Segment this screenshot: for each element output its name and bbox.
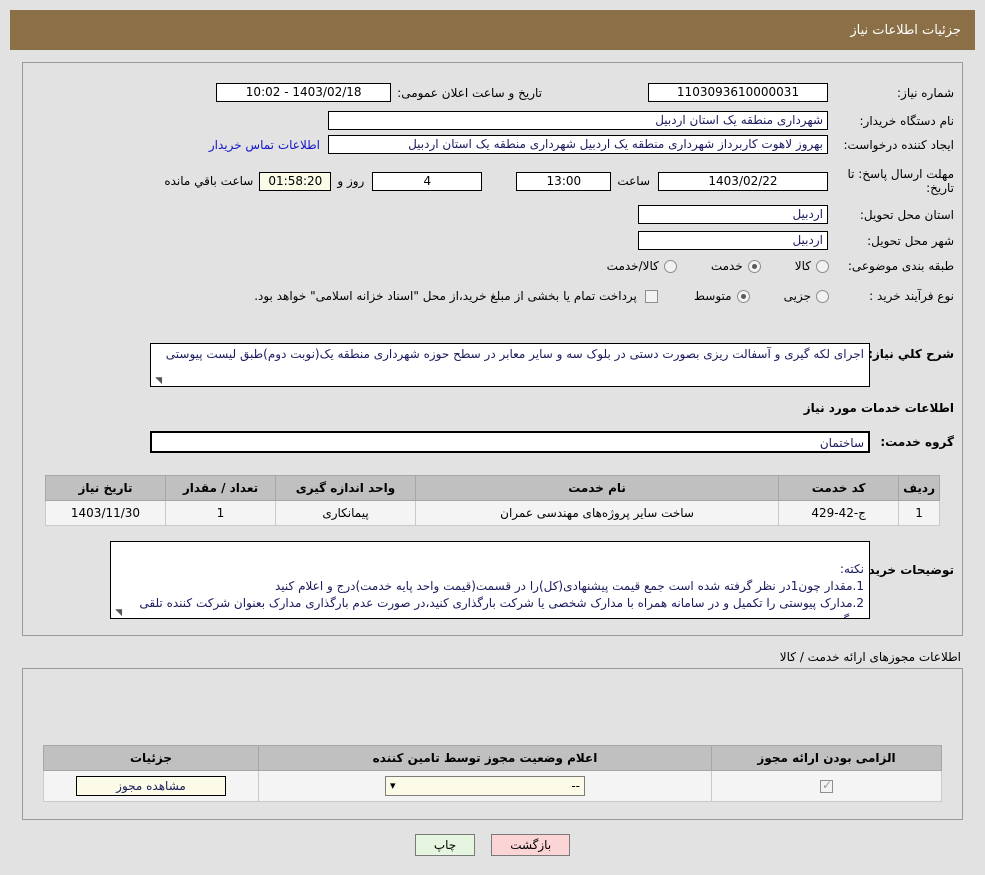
province-value: اردبیل xyxy=(638,205,828,224)
radio-process-motevaset[interactable] xyxy=(736,289,750,303)
footer-buttons: بازگشت چاپ xyxy=(0,834,985,856)
province-row: استان محل تحویل: اردبیل xyxy=(638,205,954,224)
th-name: نام خدمت xyxy=(414,475,780,501)
service-table: ردیف کد خدمت نام خدمت واحد اندازه گیری ت… xyxy=(45,475,940,526)
deadline-date-value: 1403/02/22 xyxy=(658,171,828,191)
radio-process-motevaset-label: متوسط xyxy=(693,289,732,303)
deadline-time-value: 13:00 xyxy=(516,171,612,191)
td-permit-status: -- ▾ xyxy=(258,770,712,802)
th-permit-details: جزئیات xyxy=(43,745,259,771)
category-label: طبقه بندی موضوعی: xyxy=(847,259,954,273)
td-row: 1 xyxy=(898,500,940,526)
permit-table-container: الزامی بودن ارائه مجوز اعلام وضعیت مجوز … xyxy=(43,745,942,802)
radio-category-kala-khedmat-label: کالا/خدمت xyxy=(606,259,659,273)
buyer-org-value: شهرداری منطقه یک استان اردبیل xyxy=(328,111,828,130)
public-announce-row: تاریخ و ساعت اعلان عمومی: 1403/02/18 - 1… xyxy=(216,83,542,102)
treasury-bond-label: پرداخت تمام یا بخشی از مبلغ خرید،از محل … xyxy=(254,289,637,303)
public-announce-label: تاریخ و ساعت اعلان عمومی: xyxy=(397,85,542,100)
buyer-notes-text: نکته: 1.مقدار چون1در نظر گرفته شده است ج… xyxy=(139,562,864,618)
buyer-contact-link[interactable]: اطلاعات تماس خریدار xyxy=(209,138,320,152)
radio-process-jozii-label: جزیی xyxy=(783,289,811,303)
province-label: استان محل تحویل: xyxy=(859,207,954,222)
city-label: شهر محل تحویل: xyxy=(867,233,954,248)
td-qty: 1 xyxy=(165,500,276,526)
service-group-label: گروه خدمت: xyxy=(880,435,954,449)
time-remaining-suffix-label: ساعت باقي مانده xyxy=(164,174,254,188)
services-section-title: اطلاعات خدمات مورد نیاز xyxy=(803,401,954,415)
buyer-notes-value[interactable]: نکته: 1.مقدار چون1در نظر گرفته شده است ج… xyxy=(110,541,870,619)
page-header: جزئیات اطلاعات نیاز xyxy=(10,10,975,50)
radio-category-kala[interactable] xyxy=(816,259,829,273)
service-group-value: ساختمان xyxy=(150,431,870,453)
general-desc-row: شرح كلي نياز: اجرای لکه گیری و آسفالت ری… xyxy=(150,343,954,387)
general-desc-value[interactable]: اجرای لکه گیری و آسفالت ریزی بصورت دستی … xyxy=(150,343,870,387)
deadline-time-label: ساعت xyxy=(617,174,650,188)
permit-required-checkbox xyxy=(820,778,833,793)
days-suffix-label: روز و xyxy=(337,174,365,188)
creator-row: ایجاد کننده درخواست: بهروز لاهوت کاربردا… xyxy=(209,135,954,154)
view-permit-button[interactable]: مشاهده مجوز xyxy=(76,776,226,796)
th-row: ردیف xyxy=(898,475,940,501)
radio-category-khedmat-label: خدمت xyxy=(710,259,743,273)
need-number-label: شماره نیاز: xyxy=(897,85,954,100)
buyer-org-row: نام دستگاه خریدار: شهرداری منطقه یک استا… xyxy=(328,111,954,130)
td-unit: پیمانکاری xyxy=(275,500,416,526)
td-permit-required xyxy=(711,770,942,802)
buyer-org-label: نام دستگاه خریدار: xyxy=(859,113,955,128)
category-row: طبقه بندی موضوعی: کالا خدمت کالا/خدمت xyxy=(607,259,954,273)
td-code: ج-42-429 xyxy=(778,500,900,526)
td-date: 1403/11/30 xyxy=(45,500,166,526)
th-permit-status: اعلام وضعیت مجوز توسط تامین کننده xyxy=(258,745,712,771)
resize-handle-icon[interactable]: ◥ xyxy=(152,376,162,386)
permit-table: الزامی بودن ارائه مجوز اعلام وضعیت مجوز … xyxy=(43,745,942,802)
radio-category-khedmat[interactable] xyxy=(747,259,761,273)
print-button[interactable]: چاپ xyxy=(414,834,476,856)
public-announce-value: 1403/02/18 - 10:02 xyxy=(216,83,392,102)
td-name: ساخت سایر پروژه‌های مهندسی عمران xyxy=(414,500,780,526)
service-group-row: گروه خدمت: ساختمان xyxy=(150,431,954,453)
process-row: نوع فرآیند خرید : جزیی متوسط پرداخت تمام… xyxy=(254,289,954,303)
buyer-notes-label: توضیحات خریدار: xyxy=(852,563,954,577)
creator-value: بهروز لاهوت کاربرداز شهرداری منطقه یک ار… xyxy=(328,135,828,154)
time-remaining-value: 01:58:20 xyxy=(259,171,332,191)
page-title: جزئیات اطلاعات نیاز xyxy=(850,22,961,38)
permit-table-header-row: الزامی بودن ارائه مجوز اعلام وضعیت مجوز … xyxy=(43,745,942,771)
th-unit: واحد اندازه گیری xyxy=(275,475,416,501)
radio-process-jozii[interactable] xyxy=(816,289,829,303)
process-label: نوع فرآیند خرید : xyxy=(869,289,954,303)
td-permit-details: مشاهده مجوز xyxy=(43,770,259,802)
th-qty: تعداد / مقدار xyxy=(165,475,276,501)
permits-section-title: اطلاعات مجوزهای ارائه خدمت / کالا xyxy=(779,650,961,664)
general-desc-text: اجرای لکه گیری و آسفالت ریزی بصورت دستی … xyxy=(165,347,864,361)
creator-label: ایجاد کننده درخواست: xyxy=(843,137,954,152)
need-details-panel: شماره نیاز: 1103093610000031 تاریخ و ساع… xyxy=(22,62,963,636)
table-row: 1 ج-42-429 ساخت سایر پروژه‌های مهندسی عم… xyxy=(45,500,940,526)
table-row: -- ▾ مشاهده مجوز xyxy=(43,770,942,802)
permit-status-select[interactable]: -- ▾ xyxy=(385,776,585,796)
permits-panel: الزامی بودن ارائه مجوز اعلام وضعیت مجوز … xyxy=(22,668,963,820)
radio-category-kala-khedmat[interactable] xyxy=(663,259,677,273)
th-date: تاریخ نیاز xyxy=(45,475,166,501)
need-number-row: شماره نیاز: 1103093610000031 xyxy=(648,83,954,102)
service-table-container: ردیف کد خدمت نام خدمت واحد اندازه گیری ت… xyxy=(45,475,940,526)
deadline-row: مهلت ارسال پاسخ: تا تاریخ: 1403/02/22 سا… xyxy=(164,167,954,195)
service-table-header-row: ردیف کد خدمت نام خدمت واحد اندازه گیری ت… xyxy=(45,475,940,501)
back-button[interactable]: بازگشت xyxy=(491,834,571,856)
radio-category-kala-label: کالا xyxy=(794,259,811,273)
city-value: اردبیل xyxy=(638,231,828,250)
need-number-value: 1103093610000031 xyxy=(648,83,828,102)
days-remaining-value: 4 xyxy=(372,171,483,191)
general-desc-label: شرح كلي نياز: xyxy=(868,347,954,361)
th-code: کد خدمت xyxy=(778,475,900,501)
resize-handle-icon[interactable]: ◥ xyxy=(112,608,122,618)
buyer-notes-row: توضیحات خریدار: نکته: 1.مقدار چون1در نظر… xyxy=(110,541,954,619)
treasury-bond-checkbox[interactable] xyxy=(644,289,658,303)
deadline-label: مهلت ارسال پاسخ: تا تاریخ: xyxy=(847,167,954,195)
th-permit-required: الزامی بودن ارائه مجوز xyxy=(711,745,942,771)
city-row: شهر محل تحویل: اردبیل xyxy=(638,231,954,250)
chevron-down-icon: ▾ xyxy=(390,779,396,792)
permit-status-value: -- xyxy=(571,779,580,793)
